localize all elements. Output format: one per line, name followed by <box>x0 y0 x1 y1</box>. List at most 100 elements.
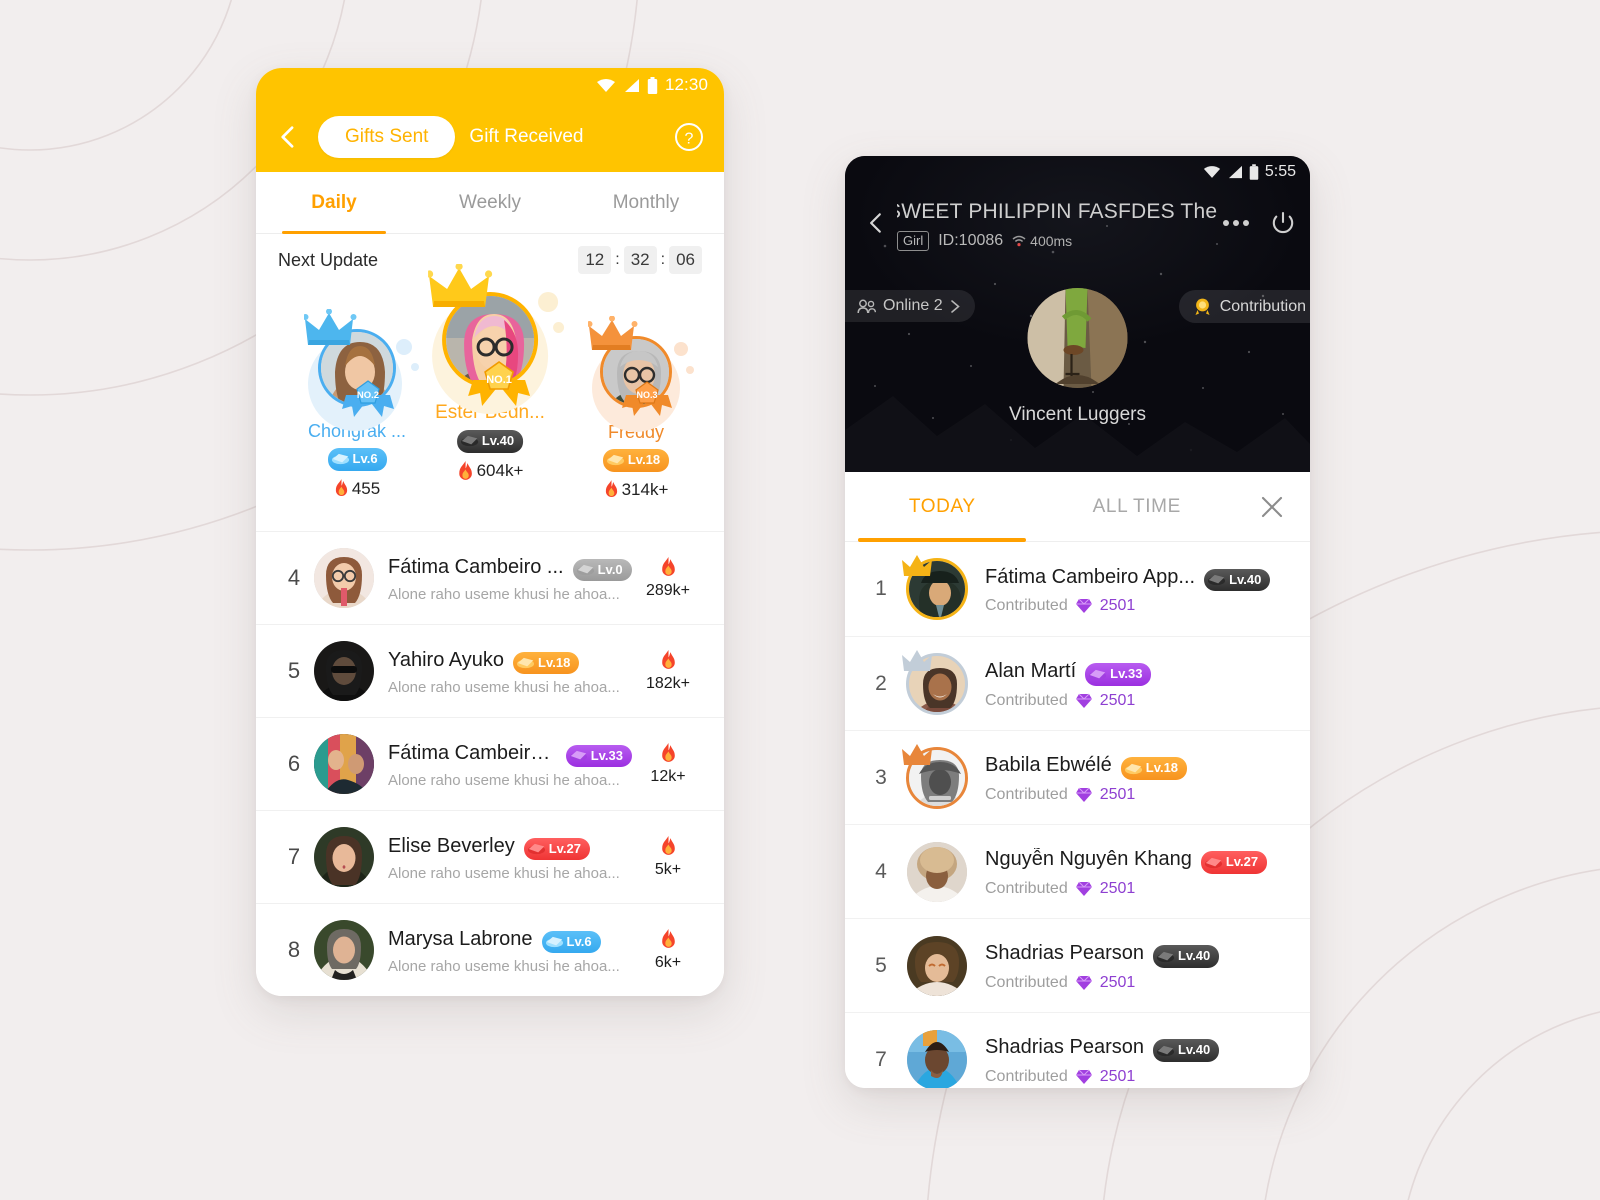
wifi-icon <box>1203 166 1220 178</box>
table-row[interactable]: 3 Babila Ebwélé Lv.18 Contributed 2501 <box>845 730 1310 824</box>
row-score: 6k+ <box>632 928 704 972</box>
podium-rank-1[interactable]: NO.1 Ester Bedn... Lv.40 604k+ <box>428 264 564 482</box>
tab-weekly[interactable]: Weekly <box>412 172 568 233</box>
row-subtitle: Alone raho useme khusi he ahoa... <box>388 586 620 604</box>
ping-value: 400ms <box>1030 233 1073 249</box>
help-icon[interactable]: ? <box>674 122 704 152</box>
row-name-line: Shadrias Pearson Lv.40 <box>985 939 1294 968</box>
row-subtitle: Alone raho useme khusi he ahoa... <box>388 958 620 976</box>
row-rank: 4 <box>875 859 887 883</box>
row-name-line: Elise Beverley Lv.27 <box>388 832 632 861</box>
avatar <box>314 548 374 608</box>
row-subtitle: Alone raho useme khusi he ahoa... <box>388 865 620 883</box>
row-score-value: 5k+ <box>654 860 682 878</box>
room-actions <box>1222 210 1296 236</box>
svg-text:NO.1: NO.1 <box>486 374 512 386</box>
level-badge: Lv.18 <box>513 651 580 675</box>
podium-avatar-wrap-2: NO.2 <box>304 309 420 431</box>
podium-rank-2[interactable]: NO.2 Chongrak ... Lv.6 455 <box>304 309 420 499</box>
crown-icon-silver <box>902 649 932 671</box>
table-row[interactable]: 2 Alan Martí Lv.33 Contributed 2501 <box>845 636 1310 730</box>
contributed-label: Contributed <box>985 597 1068 615</box>
row-body: Nguyễn Nguyên Khang Lv.27 Contributed 25… <box>985 845 1294 898</box>
gem-icon <box>1204 857 1222 868</box>
svg-text:?: ? <box>685 131 694 148</box>
row-contribution: Contributed 2501 <box>985 880 1294 898</box>
power-icon[interactable] <box>1270 210 1296 236</box>
tab-gifts-sent[interactable]: Gifts Sent <box>318 116 456 158</box>
level-text: Lv.27 <box>548 840 581 856</box>
row-score: 182k+ <box>632 649 704 693</box>
row-name-line: Shadrias Pearson Lv.40 <box>985 1033 1294 1062</box>
avatar <box>314 920 374 980</box>
gem-icon <box>1124 763 1142 774</box>
level-badge: Lv.27 <box>1200 851 1268 874</box>
table-row[interactable]: 8 Marysa Labrone Lv.6 Alone raho useme k… <box>256 903 724 996</box>
row-name: Elise Beverley <box>388 834 515 857</box>
tab-all-time[interactable]: ALL TIME <box>1040 472 1235 542</box>
podium-rank-3[interactable]: NO.3 Freddy Lv.18 314k+ <box>588 316 694 500</box>
level-text: Lv.6 <box>566 933 592 949</box>
table-row[interactable]: 7 Shadrias Pearson Lv.40 Contributed 250… <box>845 1012 1310 1088</box>
avatar <box>314 734 374 794</box>
gift-direction-segment: Gifts Sent Gift Received <box>318 116 674 158</box>
tab-daily[interactable]: Daily <box>256 172 412 233</box>
table-row[interactable]: 4 Nguyễn Nguyên Khang Lv.27 Contributed … <box>845 824 1310 918</box>
level-badge: Lv.6 <box>541 930 601 954</box>
avatar[interactable] <box>1027 288 1128 388</box>
avatar <box>314 827 374 887</box>
podium-score-1: 604k+ <box>457 460 523 482</box>
close-icon <box>1261 496 1283 517</box>
people-icon <box>857 299 876 313</box>
countdown-seconds: 06 <box>669 246 702 274</box>
host-name: Vincent Luggers <box>1009 404 1146 425</box>
row-contribution: Contributed 2501 <box>985 597 1294 615</box>
avatar-wrap <box>902 649 971 718</box>
top-three-podium: NO.2 Chongrak ... Lv.6 455 NO.1 Lv.40 60… <box>256 264 724 531</box>
level-badge: Lv.40 <box>1204 568 1271 592</box>
table-row[interactable]: 4 Fátima Cambeiro ... Lv.0 Alone raho us… <box>256 531 724 624</box>
countdown-hours: 12 <box>578 246 612 274</box>
back-icon[interactable] <box>863 210 889 236</box>
tab-today[interactable]: TODAY <box>845 472 1040 542</box>
contribution-label: Contribution <box>1219 297 1306 315</box>
table-row[interactable]: 5 Shadrias Pearson Lv.40 Contributed 250… <box>845 918 1310 1012</box>
avatar <box>314 641 374 701</box>
tab-monthly[interactable]: Monthly <box>568 172 724 233</box>
chevron-right-icon <box>950 299 960 313</box>
table-row[interactable]: 7 Elise Beverley Lv.27 Alone raho useme … <box>256 810 724 903</box>
row-body: Yahiro Ayuko Lv.18 Alone raho useme khus… <box>388 646 632 697</box>
svg-text:NO.3: NO.3 <box>636 390 657 400</box>
signal-ping-icon <box>1012 235 1026 247</box>
back-icon[interactable] <box>274 123 302 151</box>
avatar-wrap <box>902 743 971 812</box>
row-body: Shadrias Pearson Lv.40 Contributed 2501 <box>985 939 1294 992</box>
tab-gift-received[interactable]: Gift Received <box>463 116 589 158</box>
row-name: Shadrias Pearson <box>985 942 1144 964</box>
level-text: Lv.33 <box>590 747 623 763</box>
row-rank: 6 <box>287 751 301 776</box>
crown-icon-bronze <box>902 743 932 765</box>
contributed-label: Contributed <box>985 785 1068 803</box>
contributed-value: 2501 <box>1099 597 1136 615</box>
close-button[interactable] <box>1234 494 1310 520</box>
online-count-pill[interactable]: Online 2 <box>845 290 975 322</box>
table-row[interactable]: 6 Fátima Cambeiro ... Lv.33 Alone raho u… <box>256 717 724 810</box>
podium-score-2: 455 <box>334 479 380 499</box>
more-dots-icon[interactable] <box>1222 219 1250 227</box>
diamond-icon <box>1075 1069 1092 1084</box>
diamond-icon <box>1075 881 1092 896</box>
avatar <box>907 841 967 902</box>
table-row[interactable]: 1 Fátima Cambeiro App... Lv.40 Contribut… <box>845 542 1310 636</box>
countdown-sep-2: : <box>660 251 666 268</box>
level-badge: Lv.40 <box>1152 1039 1220 1062</box>
battery-icon <box>1249 164 1259 180</box>
contribution-pill[interactable]: Contribution <box>1178 290 1310 323</box>
medal-icon <box>1195 298 1210 315</box>
row-body: Alan Martí Lv.33 Contributed 2501 <box>985 657 1294 710</box>
row-body: Marysa Labrone Lv.6 Alone raho useme khu… <box>388 925 632 976</box>
table-row[interactable]: 5 Yahiro Ayuko Lv.18 Alone raho useme kh… <box>256 624 724 717</box>
flame-icon <box>335 479 347 497</box>
row-name-line: Yahiro Ayuko Lv.18 <box>388 646 632 675</box>
level-text: Lv.18 <box>538 654 571 670</box>
